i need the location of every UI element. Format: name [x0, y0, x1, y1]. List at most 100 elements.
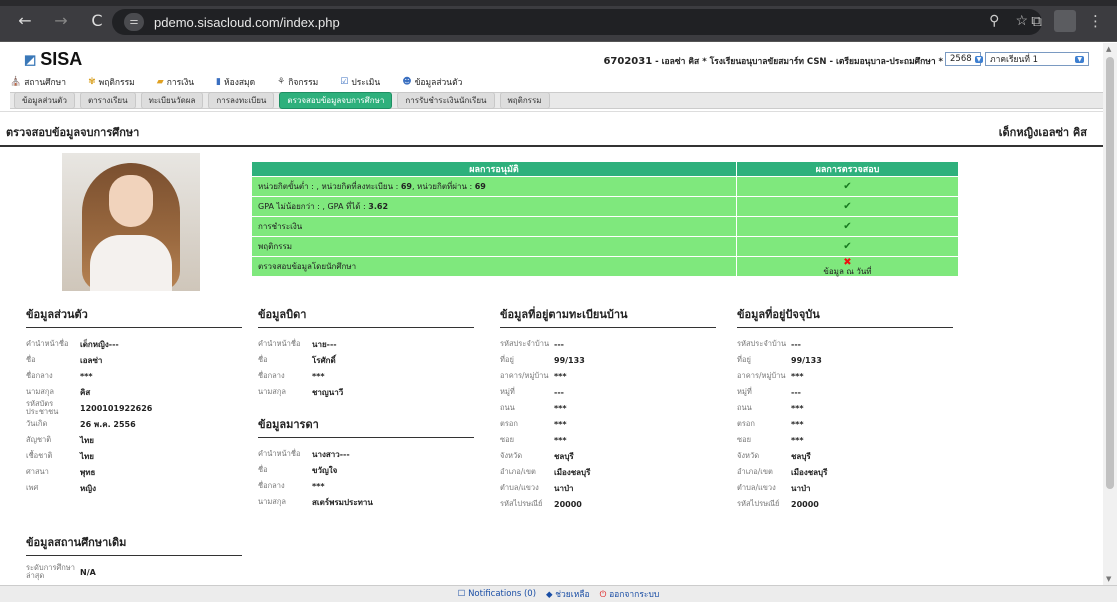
field-value: ชลบุรี — [554, 451, 574, 461]
scroll-up-icon[interactable]: ▲ — [1106, 45, 1111, 53]
menu-label: ประเมิน — [351, 78, 381, 88]
field-value: *** — [554, 371, 567, 381]
info-row: ชื่อ เอลซ่า — [26, 352, 242, 368]
field-label: ชื่อ — [258, 355, 268, 364]
menu-personal[interactable]: ☻ ข้อมูลส่วนตัว — [402, 75, 462, 89]
forward-icon[interactable]: → — [52, 11, 70, 31]
info-row: รหัสไปรษณีย์ 20000 — [500, 496, 716, 512]
section-title: ข้อมูลบิดา — [258, 305, 474, 328]
menu-school[interactable]: ⛪ สถานศึกษา — [10, 75, 66, 89]
field-value: เอลซ่า — [80, 355, 103, 365]
info-row: คำนำหน้าชื่อ นางสาว--- — [258, 446, 474, 462]
year-select[interactable]: 2568 ▼ — [945, 52, 984, 66]
scrollbar-thumb[interactable] — [1106, 57, 1114, 489]
table-header-row: ผลการอนุมัติ ผลการตรวจสอบ — [251, 161, 959, 177]
notifications-label: Notifications (0) — [468, 589, 537, 599]
tab-graduation-check[interactable]: ตรวจสอบข้อมูลจบการศึกษา — [279, 92, 393, 109]
field-value: ไทย — [80, 435, 94, 445]
menu-behavior[interactable]: ✾ พฤติกรรม — [88, 75, 135, 89]
tab-behavior[interactable]: พฤติกรรม — [499, 92, 550, 109]
info-row: ที่อยู่ 99/133 — [500, 352, 716, 368]
school-info: 6702031 - เอลซ่า คิส * โรงเรียนอนุบาลขัย… — [603, 54, 943, 68]
address-bar[interactable]: ⚌ pdemo.sisacloud.com/index.php ⚲ ☆ — [112, 9, 1042, 35]
info-row: นามสกุล สเตร์พรมประทาน — [258, 494, 474, 510]
info-row: อาคาร/หมู่บ้าน *** — [737, 368, 953, 384]
status-note: ข้อมูล ณ วันที่ — [823, 266, 872, 276]
info-row: ที่อยู่ 99/133 — [737, 352, 953, 368]
prev-school-section: ข้อมูลสถานศึกษาเดิม ระดับการศึกษาล่าสุด N… — [26, 533, 242, 580]
site-info-icon[interactable]: ⚌ — [124, 13, 144, 31]
menu-library[interactable]: ▮ ห้องสมุด — [216, 75, 255, 89]
field-label: ชื่อกลาง — [258, 481, 285, 490]
scroll-down-icon[interactable]: ▼ — [1106, 575, 1111, 583]
header-approval: ผลการอนุมัติ — [251, 161, 737, 177]
field-value: 99/133 — [791, 355, 822, 365]
field-label: ที่อยู่ — [500, 355, 514, 364]
url-text[interactable]: pdemo.sisacloud.com/index.php — [154, 15, 340, 30]
menu-finance[interactable]: ▰ การเงิน — [157, 75, 194, 89]
back-icon[interactable]: ← — [16, 11, 34, 31]
menu-label: สถานศึกษา — [24, 78, 67, 88]
menu-label: การเงิน — [166, 78, 195, 88]
field-label: ตรอก — [737, 419, 755, 428]
page-scrollbar[interactable]: ▲ ▼ — [1103, 43, 1117, 585]
check-icon: ✔ — [736, 196, 959, 217]
tab-registration[interactable]: การลงทะเบียน — [208, 92, 275, 109]
field-label: คำนำหน้าชื่อ — [26, 339, 69, 348]
table-row: ตรวจสอบข้อมูลโดยนักศึกษา ✖ ข้อมูล ณ วันท… — [251, 256, 959, 277]
sisa-logo[interactable]: ◩ SISA — [24, 49, 82, 70]
logout-link[interactable]: ⏻ ออกจากระบบ — [600, 587, 660, 601]
wallet-icon: ▰ — [156, 77, 164, 87]
tab-personal[interactable]: ข้อมูลส่วนตัว — [14, 92, 75, 109]
bookmark-star-icon[interactable]: ☆ — [1015, 12, 1028, 29]
browser-menu-icon[interactable]: ⋮ — [1088, 12, 1103, 30]
field-value: นางสาว--- — [312, 449, 350, 459]
status-cell: ✖ ข้อมูล ณ วันที่ — [736, 256, 959, 277]
field-value: *** — [791, 419, 804, 429]
info-row: นามสกุล คิส — [26, 384, 242, 400]
info-row: คำนำหน้าชื่อ เด็กหญิง--- — [26, 336, 242, 352]
term-select[interactable]: ภาคเรียนที่ 1 ▼ — [985, 52, 1089, 66]
help-link[interactable]: ◆ ช่วยเหลือ — [546, 587, 590, 601]
field-value: N/A — [80, 567, 96, 577]
info-row: ตรอก *** — [500, 416, 716, 432]
field-label: จังหวัด — [500, 451, 523, 460]
tab-timetable[interactable]: ตารางเรียน — [79, 92, 136, 109]
info-row: ชื่อกลาง *** — [258, 368, 474, 384]
field-label: ชื่อกลาง — [258, 371, 285, 380]
info-row: ชื่อกลาง *** — [258, 478, 474, 494]
tab-grades[interactable]: ทะเบียนวัดผล — [140, 92, 204, 109]
field-label: รหัสไปรษณีย์ — [500, 499, 543, 508]
info-row: ชื่อ ขวัญใจ — [258, 462, 474, 478]
notifications-link[interactable]: ☐ Notifications (0) — [458, 589, 536, 599]
field-label: คำนำหน้าชื่อ — [258, 339, 301, 348]
chevron-down-icon: ▼ — [974, 55, 984, 63]
info-row: ชื่อกลาง *** — [26, 368, 242, 384]
info-row: อำเภอ/เขต เมืองชลบุรี — [500, 464, 716, 480]
zoom-icon[interactable]: ⚲ — [989, 12, 999, 29]
row-label: GPA ไม่น้อยกว่า : , GPA ที่ได้ : 3.62 — [251, 196, 737, 217]
header-check: ผลการตรวจสอบ — [736, 161, 959, 177]
reload-icon[interactable]: C — [88, 11, 106, 31]
label-text: , หน่วยกิตที่ผ่าน : — [411, 182, 475, 191]
personal-section: ข้อมูลส่วนตัว คำนำหน้าชื่อ เด็กหญิง--- ชื่… — [26, 305, 242, 496]
menu-activity[interactable]: ⚘ กิจกรรม — [277, 75, 318, 89]
tab-payments[interactable]: การรับชำระเงินนักเรียน — [397, 92, 495, 109]
profile-avatar[interactable] — [1054, 10, 1076, 32]
help-label: ช่วยเหลือ — [555, 590, 590, 600]
mother-rows: คำนำหน้าชื่อ นางสาว--- ชื่อ ขวัญใจ ชื่อกลาง *… — [258, 446, 474, 510]
field-value: 1200101922626 — [80, 403, 153, 413]
sub-menu: ข้อมูลส่วนตัว ตารางเรียน ทะเบียนวัดผล กา… — [10, 92, 1103, 109]
personal-rows: คำนำหน้าชื่อ เด็กหญิง--- ชื่อ เอลซ่า ชื่อกลา… — [26, 336, 242, 496]
browser-toolbar: ← → C ⚌ pdemo.sisacloud.com/index.php ⚲ … — [0, 0, 1117, 42]
current-address-rows: รหัสประจำบ้าน --- ที่อยู่ 99/133 อาคาร/หมู่บ… — [737, 336, 953, 512]
field-label: อาคาร/หมู่บ้าน — [737, 371, 786, 380]
menu-assessment[interactable]: ☑ ประเมิน — [340, 75, 380, 89]
field-label: วันเกิด — [26, 419, 48, 428]
extensions-icon[interactable]: ⧉ — [1031, 12, 1042, 30]
field-value: --- — [554, 339, 564, 349]
logo-text: SISA — [40, 49, 83, 69]
field-label: รหัสไปรษณีย์ — [737, 499, 780, 508]
field-label: ตำบล/แขวง — [737, 483, 776, 492]
info-row: ถนน *** — [500, 400, 716, 416]
